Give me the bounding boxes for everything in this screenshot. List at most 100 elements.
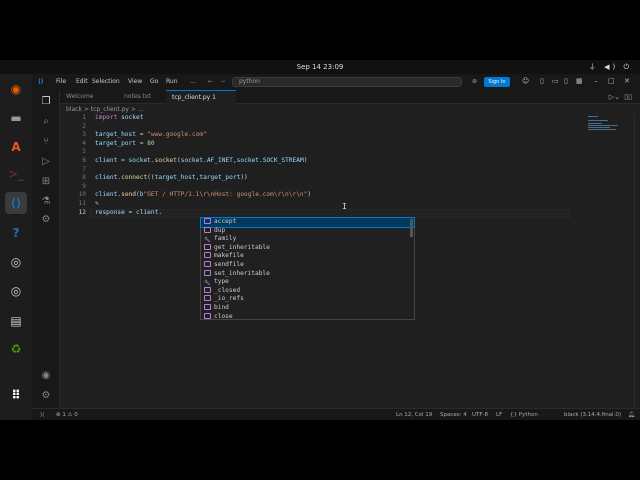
code-line[interactable]: client.connect((target_host,target_port)… — [95, 174, 248, 181]
clock[interactable]: Sep 14 23:09 — [0, 63, 640, 71]
forward-arrow-icon[interactable]: → — [220, 78, 225, 85]
suggestion-label: set_inheritable — [214, 269, 270, 277]
code-line[interactable]: target_host = "www.google.com" — [95, 131, 207, 138]
trash-icon[interactable]: ♻ — [5, 338, 27, 360]
menu-file[interactable]: File — [56, 78, 66, 85]
extensions-icon[interactable]: ⊞ — [40, 176, 52, 188]
menu-go[interactable]: Go — [150, 78, 158, 85]
problems-indicator[interactable]: ⊗ 1 ⚠ 0 — [56, 412, 78, 418]
encoding[interactable]: UTF-8 — [472, 412, 488, 418]
accounts-icon[interactable]: ⊛ — [472, 78, 477, 85]
suggestion-item[interactable]: dup — [201, 226, 414, 236]
menu-run[interactable]: Run — [166, 78, 178, 85]
code-line[interactable]: client.send(b"GET / HTTP/1.1\r\nHost: go… — [95, 191, 311, 198]
minimize-icon[interactable]: – — [594, 77, 598, 85]
disc-icon[interactable]: ◎ — [5, 251, 27, 273]
back-arrow-icon[interactable]: ← — [208, 78, 213, 85]
cursor-position[interactable]: Ln 12, Col 19 — [396, 412, 432, 418]
toggle-panel-icon[interactable]: ▭ — [552, 77, 559, 85]
command-center[interactable]: python — [232, 77, 462, 87]
source-control-icon[interactable]: ⑂ — [40, 136, 52, 148]
suggestion-item[interactable]: get_inheritable — [201, 243, 414, 253]
account-icon[interactable]: ◉ — [40, 370, 52, 382]
line-number: 6 — [82, 157, 86, 164]
code-line[interactable]: import socket — [95, 114, 143, 121]
copilot-icon[interactable]: ☺ — [522, 77, 529, 85]
search-icon[interactable]: ⌕ — [40, 116, 52, 128]
line-number: 11 — [78, 200, 86, 207]
code-line[interactable]: target_port = 80 — [95, 140, 155, 147]
menu-selection[interactable]: Selection — [92, 78, 120, 85]
python-interpreter[interactable]: black (3.14.4.final.0) — [564, 412, 621, 418]
suggestion-widget[interactable]: accept dup 🔧︎ family get_inheritable makefile… — [200, 217, 415, 320]
close-icon[interactable]: ✕ — [624, 77, 630, 85]
vscode-logo-icon: ⟨⟩ — [38, 78, 44, 85]
disc-icon-2[interactable]: ◎ — [5, 280, 27, 302]
line-number: 4 — [82, 139, 86, 147]
method-icon — [204, 226, 211, 233]
manage-gear-icon[interactable]: ⚙ — [40, 390, 52, 402]
app-center-icon[interactable]: A — [5, 136, 27, 158]
split-editor-icon[interactable]: ▯▯ — [624, 93, 632, 101]
toggle-secondary-sidebar-icon[interactable]: ▯ — [564, 77, 568, 85]
line-number: 9 — [82, 182, 86, 190]
maximize-icon[interactable]: □ — [608, 77, 615, 85]
drive-icon[interactable]: ▤ — [5, 310, 27, 332]
files-icon[interactable]: ▬ — [5, 107, 27, 129]
suggestion-item[interactable]: 🔧︎ type — [201, 278, 414, 287]
suggestion-item[interactable]: makefile — [201, 252, 414, 261]
layout-icon[interactable]: ▦ — [576, 77, 583, 85]
firefox-icon[interactable]: ◉ — [5, 78, 27, 100]
suggestion-scrollbar[interactable] — [410, 219, 413, 237]
run-file-icon[interactable]: ▷⌄ — [609, 93, 620, 101]
suggestion-label: dup — [214, 226, 226, 234]
tab-tcp_client[interactable]: tcp_client.py 1 — [166, 90, 236, 104]
remote-icon[interactable]: ⟩⟨ — [40, 412, 44, 418]
terminal-icon[interactable]: >_ — [5, 163, 27, 185]
editor-scrollbar[interactable] — [634, 114, 640, 408]
system-tray[interactable]: ⏚ ◀) ⏻ — [589, 62, 632, 72]
code-line[interactable]: response = client. — [95, 209, 162, 216]
suggestion-item[interactable]: set_inheritable — [201, 269, 414, 279]
suggestion-label: accept — [214, 218, 237, 225]
run-debug-icon[interactable]: ▷ — [40, 156, 52, 168]
suggestion-item[interactable]: bind — [201, 303, 414, 313]
help-icon[interactable]: ? — [5, 222, 27, 244]
menu-[interactable]: ... — [190, 78, 196, 85]
suggestion-item[interactable]: _closed — [201, 286, 414, 296]
suggestion-item[interactable]: sendfile — [201, 260, 414, 270]
method-icon — [204, 243, 211, 250]
explorer-icon[interactable]: ❐ — [40, 96, 52, 108]
wrench-icon: 🔧︎ — [204, 237, 211, 244]
line-number: 5 — [82, 148, 86, 156]
suggestion-item[interactable]: _io_refs — [201, 295, 414, 304]
language-mode[interactable]: {} Python — [510, 412, 538, 418]
line-ending[interactable]: LF — [496, 412, 502, 418]
suggestion-item[interactable]: 🔧︎ family — [201, 235, 414, 244]
code-line[interactable]: client = socket.socket(socket.AF_INET,so… — [95, 157, 307, 164]
vscode-icon[interactable]: ⟨⟩ — [5, 192, 27, 214]
toggle-sidebar-icon[interactable]: ▯ — [540, 77, 544, 85]
menu-view[interactable]: View — [128, 78, 142, 85]
title-bar: ⟨⟩ File Edit Selection View Go Run... ← → pyt… — [32, 74, 640, 90]
python-icon[interactable]: ⚙ — [40, 214, 52, 226]
method-icon — [204, 218, 211, 224]
code-line[interactable]: ✎ — [95, 200, 99, 207]
testing-icon[interactable]: ⚗ — [40, 196, 52, 208]
suggestion-item[interactable]: close — [201, 312, 414, 322]
tab-bar: Welcome notes.txt tcp_client.py 1 ▷⌄ ▯▯ — [60, 90, 640, 104]
code-editor[interactable]: 1 import socket 2 3 target_host = "www.googl… — [60, 114, 640, 408]
breadcrumb[interactable]: black > tcp_client.py > ... — [66, 106, 144, 113]
notifications-icon[interactable]: 🔔︎ — [628, 412, 635, 418]
suggestion-label: bind — [214, 303, 229, 311]
sign-in-button[interactable]: Sign In — [484, 77, 510, 87]
menu-edit[interactable]: Edit — [76, 78, 88, 85]
suggestion-item[interactable]: accept — [200, 217, 415, 228]
tab-welcome[interactable]: Welcome — [60, 90, 116, 104]
tab-notes[interactable]: notes.txt — [118, 90, 164, 104]
show-apps-icon[interactable]: ⠿ — [5, 384, 27, 406]
method-icon — [204, 269, 211, 276]
minimap[interactable] — [588, 116, 620, 136]
indentation[interactable]: Spaces: 4 — [440, 412, 467, 418]
activity-bar: ❐ ⌕ ⑂ ▷ ⊞ ⚗ ⚙ ◉ ⚙ — [32, 90, 60, 408]
